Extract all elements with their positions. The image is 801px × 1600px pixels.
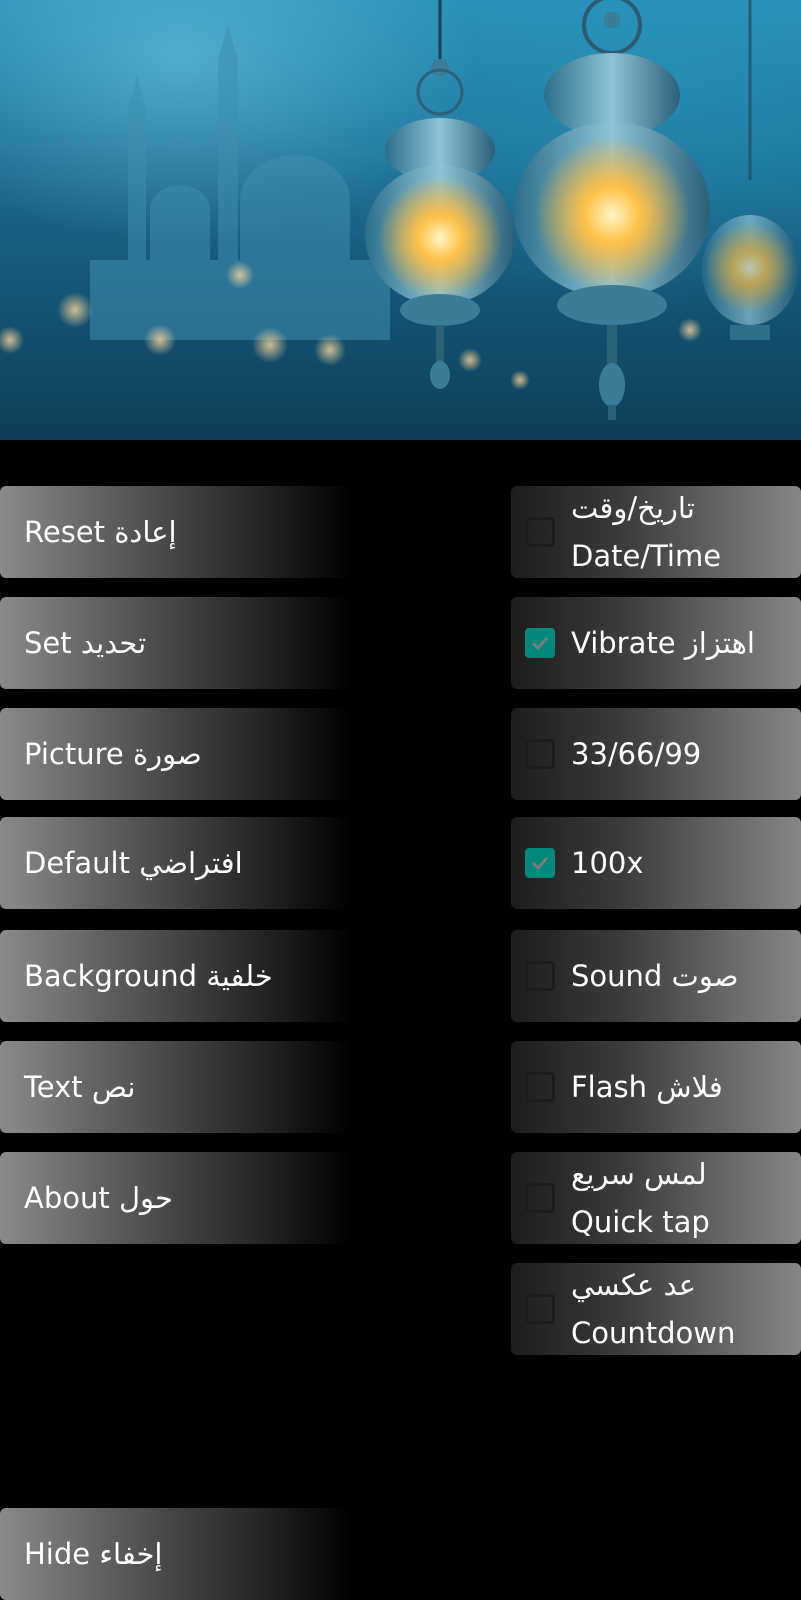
set-button-label: Set تحديد xyxy=(24,626,147,660)
picture-button-label: Picture صورة xyxy=(24,737,202,771)
option-quick-tap[interactable]: لمس سريع Quick tap xyxy=(511,1152,801,1244)
33-66-99-label: 33/66/99 xyxy=(571,737,702,771)
option-vibrate[interactable]: Vibrate اهتزاز xyxy=(511,597,801,689)
background-button[interactable]: Background خلفية xyxy=(0,930,352,1022)
flash-label: Flash فلاش xyxy=(571,1070,723,1104)
quick-tap-label: لمس سريع Quick tap xyxy=(571,1150,710,1246)
vibrate-checkbox[interactable] xyxy=(525,628,555,658)
reset-button-label: Reset إعادة xyxy=(24,515,177,549)
option-sound[interactable]: Sound صوت xyxy=(511,930,801,1022)
date-time-label-english: Date/Time xyxy=(571,539,722,573)
date-time-label-arabic: تاريخ/وقت xyxy=(571,491,695,525)
quick-tap-checkbox[interactable] xyxy=(525,1183,555,1213)
countdown-label-english: Countdown xyxy=(571,1316,736,1350)
100x-checkbox[interactable] xyxy=(525,848,555,878)
default-button[interactable]: Default افتراضي xyxy=(0,817,352,909)
option-100x[interactable]: 100x xyxy=(511,817,801,909)
hide-button[interactable]: Hide إخفاء xyxy=(0,1508,352,1600)
option-flash[interactable]: Flash فلاش xyxy=(511,1041,801,1133)
33-66-99-checkbox[interactable] xyxy=(525,739,555,769)
date-time-checkbox[interactable] xyxy=(525,517,555,547)
about-button-label: About حول xyxy=(24,1181,173,1215)
picture-button[interactable]: Picture صورة xyxy=(0,708,352,800)
header-picture xyxy=(0,0,801,440)
text-button-label: Text نص xyxy=(24,1070,136,1104)
countdown-label: عد عكسي Countdown xyxy=(571,1261,735,1357)
background-button-label: Background خلفية xyxy=(24,959,273,993)
check-icon xyxy=(531,856,549,871)
sound-label: Sound صوت xyxy=(571,959,739,993)
option-countdown[interactable]: عد عكسي Countdown xyxy=(511,1263,801,1355)
option-33-66-99[interactable]: 33/66/99 xyxy=(511,708,801,800)
about-button[interactable]: About حول xyxy=(0,1152,352,1244)
text-button[interactable]: Text نص xyxy=(0,1041,352,1133)
hide-button-label: Hide إخفاء xyxy=(24,1537,163,1571)
100x-label: 100x xyxy=(571,846,644,880)
reset-button[interactable]: Reset إعادة xyxy=(0,486,352,578)
check-icon xyxy=(531,636,549,651)
sound-checkbox[interactable] xyxy=(525,961,555,991)
vibrate-label: Vibrate اهتزاز xyxy=(571,626,755,660)
date-time-label: تاريخ/وقت Date/Time xyxy=(571,484,721,580)
countdown-checkbox[interactable] xyxy=(525,1294,555,1324)
option-date-time[interactable]: تاريخ/وقت Date/Time xyxy=(511,486,801,578)
flash-checkbox[interactable] xyxy=(525,1072,555,1102)
countdown-label-arabic: عد عكسي xyxy=(571,1268,697,1302)
quick-tap-label-arabic: لمس سريع xyxy=(571,1157,707,1191)
default-button-label: Default افتراضي xyxy=(24,846,243,880)
quick-tap-label-english: Quick tap xyxy=(571,1205,710,1239)
set-button[interactable]: Set تحديد xyxy=(0,597,352,689)
